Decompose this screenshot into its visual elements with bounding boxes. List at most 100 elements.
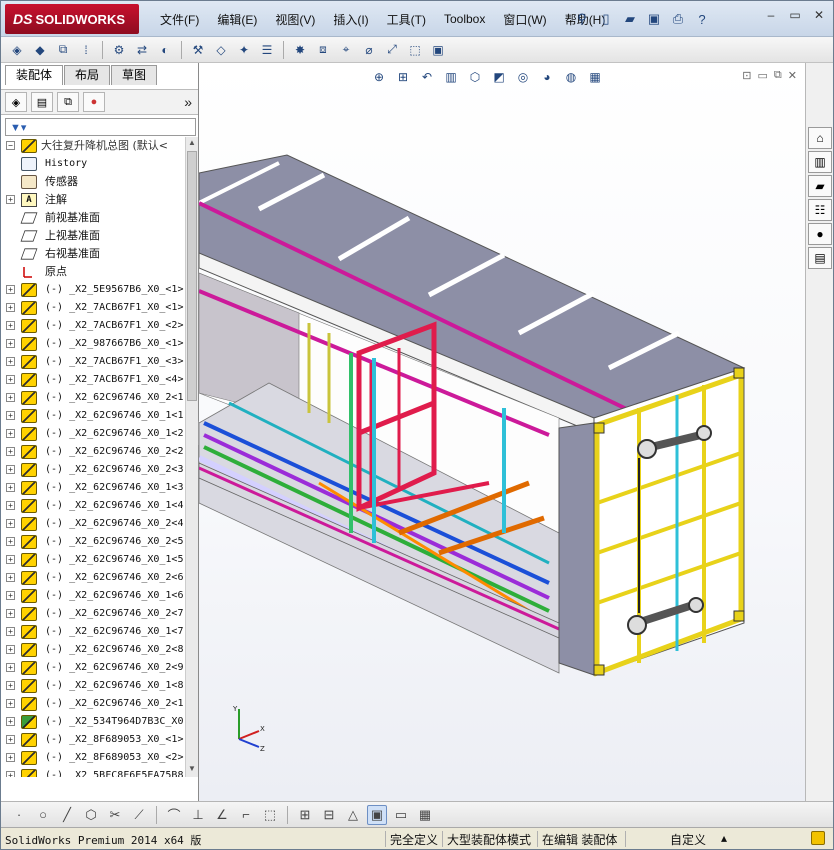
scrollbar-thumb[interactable] (187, 151, 197, 401)
expand-icon[interactable]: + (6, 645, 15, 654)
menu-view[interactable]: 视图(V) (266, 11, 324, 28)
open-folder-icon[interactable]: ▰ (619, 8, 641, 30)
menu-window[interactable]: 窗口(W) (494, 11, 555, 28)
speedpak-icon[interactable]: ⬚ (405, 40, 425, 60)
status-units[interactable]: 自定义 (625, 831, 755, 847)
line-icon[interactable]: ╱ (57, 805, 77, 825)
point-icon[interactable]: · (9, 805, 29, 825)
insert-component-icon[interactable]: ◆ (30, 40, 50, 60)
collapse-icon[interactable]: − (6, 141, 15, 150)
filter-icon[interactable]: ▼▾ (10, 121, 26, 134)
menu-edit[interactable]: 编辑(E) (208, 11, 266, 28)
expand-icon[interactable]: + (6, 717, 15, 726)
menu-toolbox[interactable]: Toolbox (435, 12, 494, 26)
tree-item[interactable]: + (-) _X2_62C96746_X0_2<4 (1, 515, 185, 533)
zoom-to-area-icon[interactable]: ⊞ (393, 67, 413, 87)
expand-icon[interactable]: + (6, 411, 15, 420)
expand-icon[interactable]: + (6, 609, 15, 618)
section-view-icon[interactable]: ▥ (441, 67, 461, 87)
restore-icon[interactable]: ▭ (787, 7, 803, 23)
tree-item[interactable]: + (-) _X2_62C96746_X0_1<6 (1, 587, 185, 605)
tab-layout[interactable]: 布局 (64, 65, 111, 85)
expand-icon[interactable]: + (6, 663, 15, 672)
tree-item[interactable]: + (-) _X2_62C96746_X0_1<8 (1, 677, 185, 695)
viewport-restore-icon[interactable]: ⧉ (774, 69, 782, 82)
tree-item[interactable]: 传感器 (1, 173, 185, 191)
show-hidden-icon[interactable]: ◐ (155, 40, 175, 60)
expand-icon[interactable]: + (6, 699, 15, 708)
tree-item[interactable]: + (-) _X2_62C96746_X0_2<5 (1, 533, 185, 551)
help-icon[interactable]: ? (691, 8, 713, 30)
expand-icon[interactable]: + (6, 681, 15, 690)
expand-icon[interactable]: + (6, 339, 15, 348)
expand-icon[interactable]: + (6, 375, 15, 384)
feature-manager-icon[interactable]: ◈ (5, 92, 27, 112)
window-layout-icon[interactable]: ▭ (391, 805, 411, 825)
tree-item[interactable]: + (-) _X2_7ACB67F1_X0_<4> (1, 371, 185, 389)
expand-icon[interactable]: + (6, 285, 15, 294)
expand-icon[interactable]: + (6, 735, 15, 744)
expand-icon[interactable]: + (6, 195, 15, 204)
tree-item[interactable]: + (-) _X2_62C96746_X0_2<1 (1, 695, 185, 713)
view-palette-icon[interactable]: ☷ (808, 199, 832, 221)
menu-file[interactable]: 文件(F) (151, 11, 208, 28)
triangle-icon[interactable]: △ (343, 805, 363, 825)
relation-icon[interactable]: ⊥ (188, 805, 208, 825)
viewport-menu-icon[interactable]: ⊡ (742, 69, 751, 82)
dimension-icon[interactable]: ⌒ (164, 805, 184, 825)
viewport-close-icon[interactable]: ✕ (788, 69, 797, 82)
mate-icon[interactable]: ⧉ (53, 40, 73, 60)
tree-item[interactable]: + A 注解 (1, 191, 185, 209)
new-motion-study-icon[interactable]: ✦ (234, 40, 254, 60)
view-orientation-icon[interactable]: ⬡ (465, 67, 485, 87)
close-icon[interactable]: ✕ (811, 7, 827, 23)
shaded-view-icon[interactable]: ▣ (367, 804, 387, 825)
tree-item[interactable]: + (-) _X2_987667B6_X0_<1> (1, 335, 185, 353)
display-style-icon[interactable]: ◩ (489, 67, 509, 87)
tree-item[interactable]: + (-) _X2_62C96746_X0_1<1 (1, 407, 185, 425)
tree-item[interactable]: + (-) _X2_5BFC8F6E5EA75B8 (1, 767, 185, 777)
edit-appearance-icon[interactable]: ◕ (537, 67, 557, 87)
tree-item[interactable]: + (-) _X2_62C96746_X0_2<1 (1, 389, 185, 407)
tree-item[interactable]: + (-) _X2_7ACB67F1_X0_<1> (1, 299, 185, 317)
tree-item[interactable]: 前视基准面 (1, 209, 185, 227)
expand-icon[interactable]: + (6, 429, 15, 438)
tree-item[interactable]: + (-) _X2_62C96746_X0_2<8 (1, 641, 185, 659)
grid-icon[interactable]: ⊞ (295, 805, 315, 825)
expand-icon[interactable]: + (6, 573, 15, 582)
tree-item[interactable]: + (-) _X2_62C96746_X0_1<5 (1, 551, 185, 569)
design-library-icon[interactable]: ▥ (808, 151, 832, 173)
pin-icon[interactable]: ⚲ (571, 8, 593, 30)
menu-insert[interactable]: 插入(I) (324, 11, 377, 28)
property-manager-icon[interactable]: ▤ (31, 92, 53, 112)
tree-item[interactable]: History (1, 155, 185, 173)
reference-geometry-icon[interactable]: ◇ (211, 40, 231, 60)
assembly-features-icon[interactable]: ⚒ (188, 40, 208, 60)
viewport-minimize-icon[interactable]: ▭ (758, 69, 768, 82)
tree-item[interactable]: + (-) _X2_62C96746_X0_1<2 (1, 425, 185, 443)
expand-icon[interactable]: + (6, 393, 15, 402)
tree-item[interactable]: + (-) _X2_62C96746_X0_2<2 (1, 443, 185, 461)
table-icon[interactable]: ▦ (415, 805, 435, 825)
polygon-icon[interactable]: ⬡ (81, 805, 101, 825)
tree-item[interactable]: + (-) _X2_62C96746_X0_1<4 (1, 497, 185, 515)
configuration-manager-icon[interactable]: ⧉ (57, 92, 79, 112)
previous-view-icon[interactable]: ↶ (417, 67, 437, 87)
tab-assembly[interactable]: 装配体 (5, 65, 64, 85)
scroll-up-icon[interactable]: ▲ (186, 137, 198, 149)
interference-detection-icon[interactable]: ⧈ (313, 40, 333, 60)
new-document-icon[interactable]: ▯ (595, 8, 617, 30)
zoom-to-fit-icon[interactable]: ⊕ (369, 67, 389, 87)
file-explorer-icon[interactable]: ▰ (808, 175, 832, 197)
tree-item[interactable]: + (-) _X2_534T964D7B3C_X0 (1, 713, 185, 731)
tree-item[interactable]: + (-) _X2_62C96746_X0_2<3 (1, 461, 185, 479)
bill-of-materials-icon[interactable]: ☰ (257, 40, 277, 60)
assembly-icon[interactable]: ◈ (7, 40, 27, 60)
graphics-area[interactable]: ⊕ ⊞ ↶ ▥ ⬡ ◩ ◎ ◕ ◍ ▦ ⊡ ▭ ⧉ ✕ Y X Z (199, 63, 805, 801)
view-settings-icon[interactable]: ▦ (585, 67, 605, 87)
custom-properties-icon[interactable]: ▤ (808, 247, 832, 269)
chevron-right-icon[interactable]: » (184, 94, 192, 110)
rectangle-icon[interactable]: ⬚ (260, 805, 280, 825)
tree-item[interactable]: 上视基准面 (1, 227, 185, 245)
scroll-down-icon[interactable]: ▼ (186, 763, 198, 775)
